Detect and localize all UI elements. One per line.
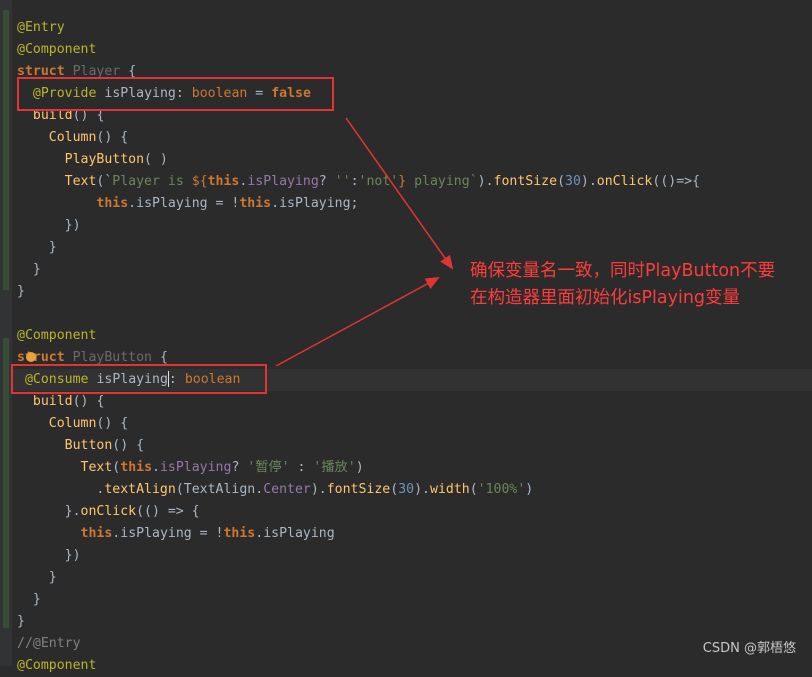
annotation-arrows xyxy=(275,117,454,367)
arrow-from-provide xyxy=(345,117,454,270)
annotation-line: 确保变量名一致，同时PlayButton不要 xyxy=(470,261,776,281)
watermark: CSDN @郭梧悠 xyxy=(702,641,796,656)
annotation-line: 在构造器里面初始化isPlaying变量 xyxy=(470,288,741,308)
annotation-note: 确保变量名一致，同时PlayButton不要 在构造器里面初始化isPlayin… xyxy=(470,258,810,312)
arrow-from-consume xyxy=(275,277,440,367)
